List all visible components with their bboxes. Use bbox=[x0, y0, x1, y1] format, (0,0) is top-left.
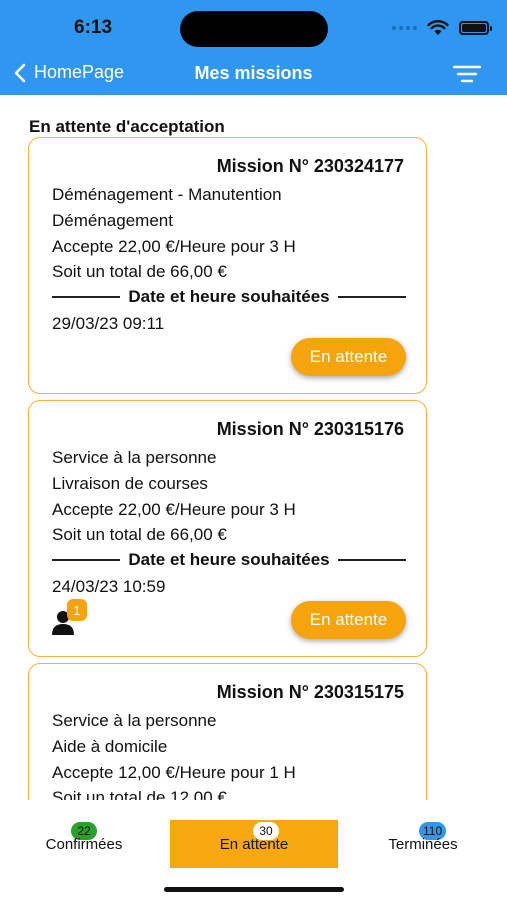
mission-date: 24/03/23 10:59 bbox=[52, 577, 166, 596]
home-indicator[interactable] bbox=[164, 887, 344, 892]
wifi-icon bbox=[427, 20, 449, 35]
mission-date: 29/03/23 09:11 bbox=[52, 314, 165, 333]
date-divider: Date et heure souhaitées bbox=[52, 287, 406, 307]
date-divider-label: Date et heure souhaitées bbox=[128, 287, 330, 306]
battery-icon bbox=[459, 21, 492, 35]
mission-rate: Accepte 22,00 €/Heure pour 3 H bbox=[52, 237, 296, 256]
header: 6:13 HomePage Mes missions bbox=[0, 0, 507, 95]
mission-card[interactable]: Mission N° 230315176 Service à la person… bbox=[28, 400, 427, 657]
mission-list[interactable]: En attente d'acceptation Mission N° 2303… bbox=[0, 95, 507, 800]
status-time: 6:13 bbox=[74, 17, 113, 38]
tab-label: En attente bbox=[219, 836, 289, 853]
mission-category: Service à la personne bbox=[52, 448, 217, 467]
applicants-badge: 1 bbox=[67, 599, 87, 621]
date-divider: Date et heure souhaitées bbox=[52, 550, 406, 570]
mission-card[interactable]: Mission N° 230315175 Service à la person… bbox=[28, 663, 427, 800]
tab-label: Terminées bbox=[388, 836, 458, 853]
mission-number: Mission N° 230315176 bbox=[216, 419, 404, 439]
tab-pending[interactable]: 30 En attente bbox=[170, 820, 338, 868]
mission-service: Déménagement bbox=[52, 211, 173, 230]
tab-finished[interactable]: 110 Terminées bbox=[339, 820, 507, 868]
mission-service: Livraison de courses bbox=[52, 474, 208, 493]
mission-total: Soit un total de 66,00 € bbox=[52, 262, 227, 281]
tab-bar: 22 Confirmées 30 En attente 110 Terminée… bbox=[0, 800, 507, 900]
tab-confirmed[interactable]: 22 Confirmées bbox=[0, 820, 168, 868]
mission-category: Service à la personne bbox=[52, 711, 217, 730]
signal-icon bbox=[392, 26, 417, 30]
mission-number: Mission N° 230324177 bbox=[216, 156, 404, 176]
chevron-left-icon bbox=[14, 63, 26, 82]
filter-icon[interactable] bbox=[453, 64, 481, 84]
mission-rate: Accepte 12,00 €/Heure pour 1 H bbox=[52, 763, 296, 782]
mission-rate: Accepte 22,00 €/Heure pour 3 H bbox=[52, 500, 296, 519]
tab-label: Confirmées bbox=[45, 836, 123, 853]
mission-card[interactable]: Mission N° 230324177 Déménagement - Manu… bbox=[28, 137, 427, 394]
back-label: HomePage bbox=[34, 62, 125, 82]
status-icons bbox=[392, 20, 492, 36]
applicants-button[interactable]: 1 bbox=[51, 599, 91, 635]
section-title: En attente d'acceptation bbox=[29, 117, 225, 136]
mission-number: Mission N° 230315175 bbox=[216, 682, 404, 702]
mission-total: Soit un total de 66,00 € bbox=[52, 525, 227, 544]
dynamic-island bbox=[180, 11, 328, 47]
mission-category: Déménagement - Manutention bbox=[52, 185, 282, 204]
page-title: Mes missions bbox=[194, 63, 313, 83]
back-button[interactable]: HomePage bbox=[14, 62, 124, 83]
mission-service: Aide à domicile bbox=[52, 737, 168, 756]
mission-total: Soit un total de 12.00 € bbox=[52, 788, 227, 800]
status-button[interactable]: En attente bbox=[291, 601, 406, 639]
date-divider-label: Date et heure souhaitées bbox=[128, 550, 330, 569]
status-button[interactable]: En attente bbox=[291, 338, 406, 376]
